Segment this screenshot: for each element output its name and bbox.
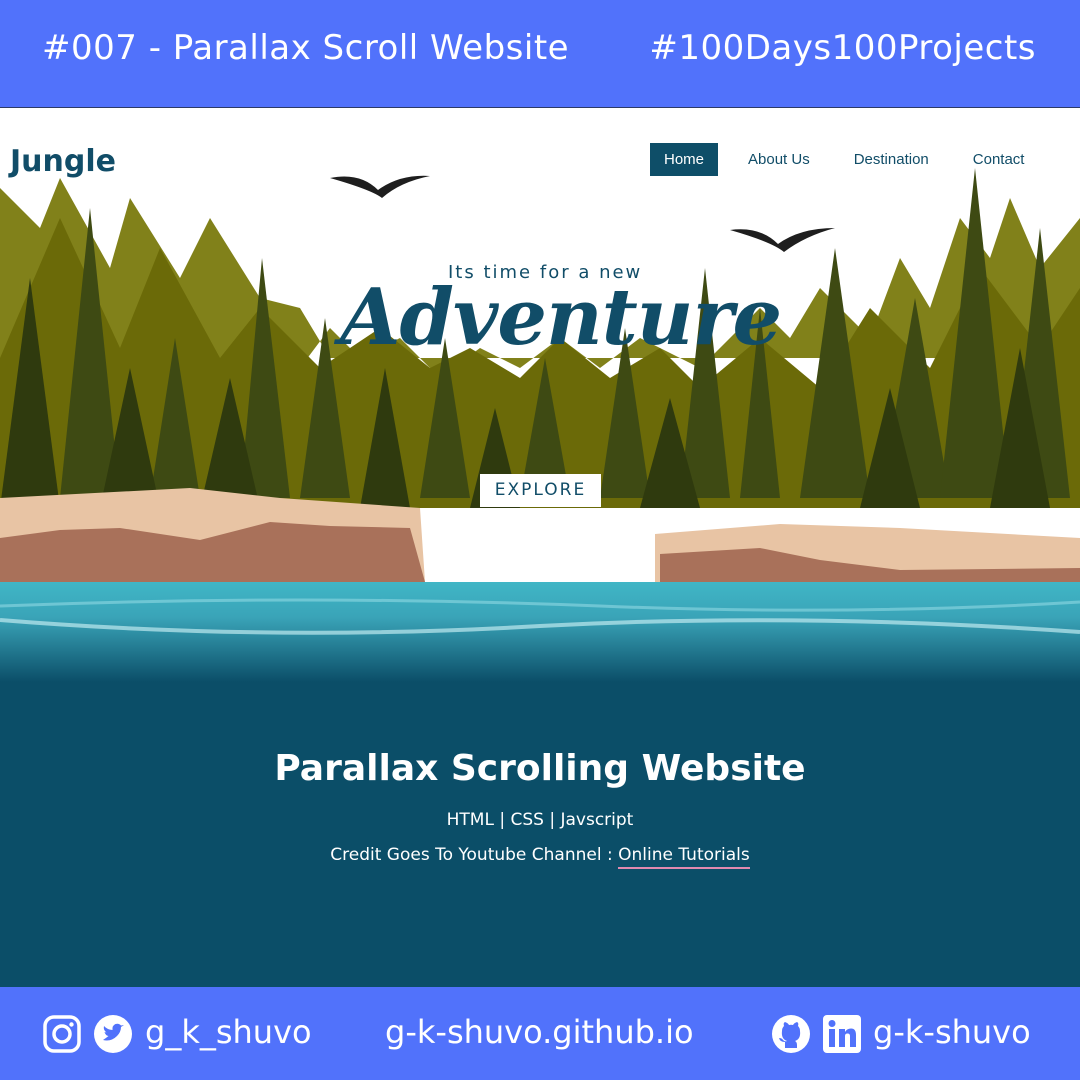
top-banner: #007 - Parallax Scroll Website #100Days1… <box>0 0 1080 108</box>
site-logo[interactable]: Jungle <box>10 144 116 179</box>
nav-about-us[interactable]: About Us <box>734 143 824 176</box>
hero-section: Jungle Home About Us Destination Contact… <box>0 108 1080 582</box>
credit-line: Credit Goes To Youtube Channel : Online … <box>0 845 1080 869</box>
tech-stack: HTML | CSS | Javscript <box>446 810 634 830</box>
nav-contact[interactable]: Contact <box>959 143 1039 176</box>
linkedin-icon[interactable] <box>822 1014 862 1054</box>
nav-destination[interactable]: Destination <box>840 143 943 176</box>
dev-handle: g-k-shuvo <box>873 1013 1031 1051</box>
credit-prefix: Credit Goes To Youtube Channel : <box>330 845 619 865</box>
water-illustration <box>0 582 1080 682</box>
hashtag: #100Days100Projects <box>649 28 1036 68</box>
instagram-icon[interactable] <box>42 1014 82 1054</box>
website-url[interactable]: g-k-shuvo.github.io <box>385 1013 694 1051</box>
footer-bar: g_k_shuvo g-k-shuvo.github.io g-k-shuvo <box>0 987 1080 1080</box>
credit-link[interactable]: Online Tutorials <box>618 845 750 869</box>
content-title: Parallax Scrolling Website <box>274 748 806 789</box>
project-title: #007 - Parallax Scroll Website <box>42 28 570 68</box>
site-nav: Home About Us Destination Contact <box>650 143 1054 176</box>
hero-title: Adventure <box>340 272 782 363</box>
twitter-icon[interactable] <box>93 1014 133 1054</box>
github-icon[interactable] <box>771 1014 811 1054</box>
explore-button[interactable]: EXPLORE <box>480 474 601 507</box>
nav-home[interactable]: Home <box>650 143 719 176</box>
social-handle: g_k_shuvo <box>145 1013 312 1051</box>
content-section: Parallax Scrolling Website HTML | CSS | … <box>0 682 1080 987</box>
